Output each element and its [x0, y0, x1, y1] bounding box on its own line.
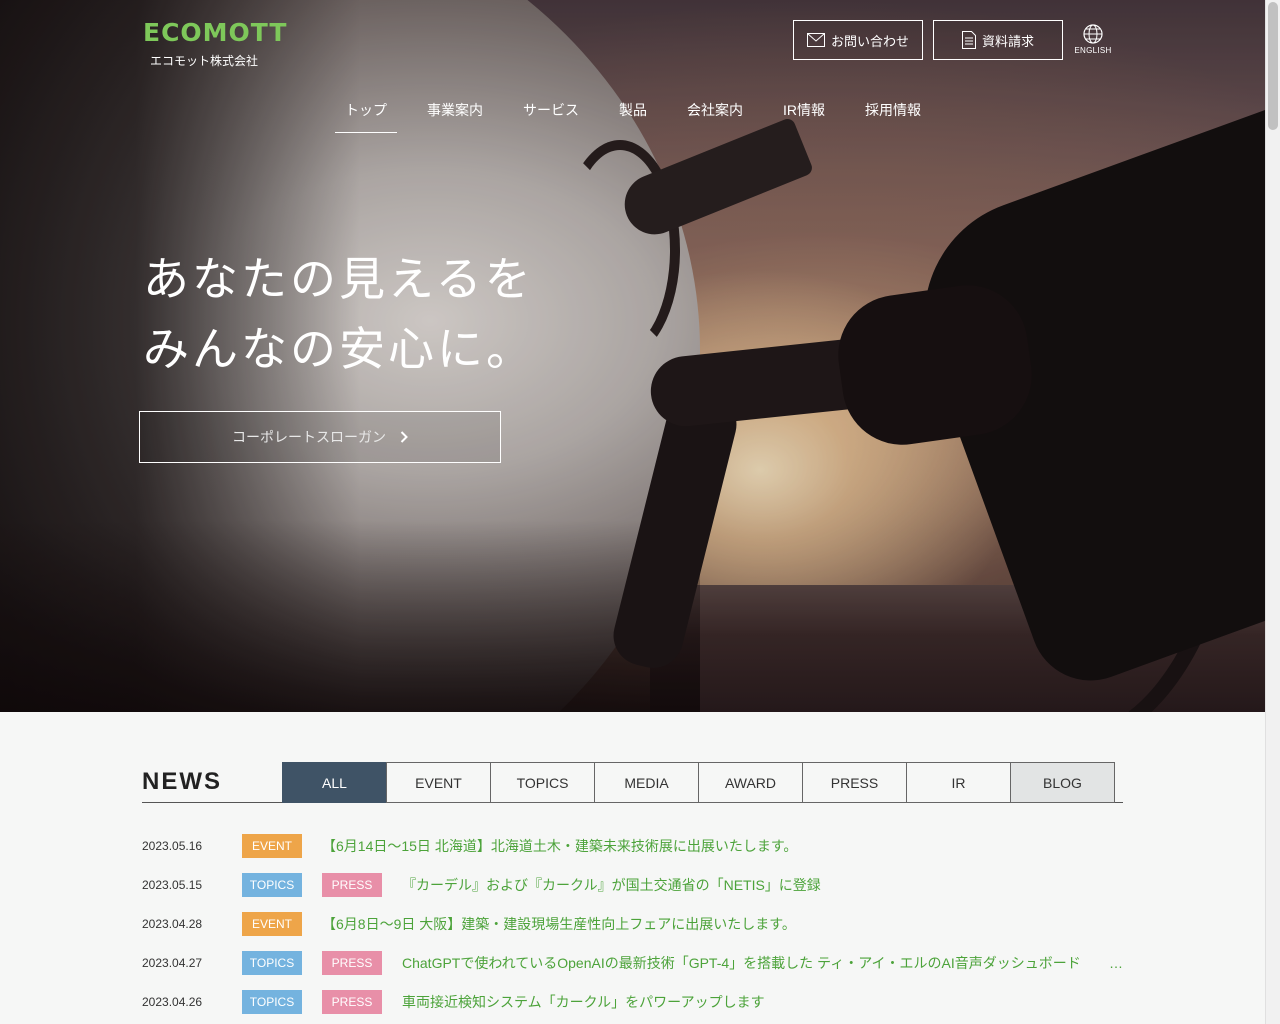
english-link[interactable]: ENGLISH	[1072, 24, 1114, 60]
news-ellipsis: …	[1109, 954, 1123, 971]
company-name: エコモット株式会社	[150, 54, 259, 68]
news-link[interactable]: 【6月14日～15日 北海道】北海道土木・建築未来技術展に出展いたします。	[322, 836, 797, 856]
news-title: NEWS	[142, 768, 222, 795]
category-badge-topics: TOPICS	[242, 989, 302, 1014]
news-date: 2023.04.28	[142, 916, 203, 931]
nav-item-recruit[interactable]: 採用情報	[855, 90, 931, 133]
nav-item-business[interactable]: 事業案内	[417, 90, 493, 133]
news-date: 2023.04.27	[142, 955, 203, 970]
tab-event[interactable]: EVENT	[386, 762, 491, 803]
category-badge-topics: TOPICS	[242, 950, 302, 975]
hero-tagline: あなたの見えるを みんなの安心に。	[143, 244, 535, 384]
site-logo[interactable]: ECOMOTT エコモット株式会社	[143, 18, 288, 69]
category-badge-press: PRESS	[322, 989, 382, 1014]
nav-item-services[interactable]: サービス	[513, 90, 589, 133]
news-list: 2023.05.16 EVENT 【6月14日～15日 北海道】北海道土木・建築…	[142, 826, 1123, 1021]
category-badge-event: EVENT	[242, 911, 302, 936]
news-item: 2023.04.26 TOPICS PRESS 車両接近検知システム「カークル」…	[142, 982, 1123, 1021]
hero-tagline-line2: みんなの安心に。	[143, 322, 535, 376]
news-item: 2023.04.28 EVENT 【6月8日～9日 大阪】建築・建設現場生産性向…	[142, 904, 1123, 943]
corporate-slogan-label: コーポレートスローガン	[232, 429, 386, 445]
category-badge-event: EVENT	[242, 833, 302, 858]
tab-award[interactable]: AWARD	[698, 762, 803, 803]
tab-all[interactable]: ALL	[282, 762, 387, 803]
news-item: 2023.04.27 TOPICS PRESS ChatGPTで使われているOp…	[142, 943, 1123, 982]
tab-ir[interactable]: IR	[906, 762, 1011, 803]
news-item: 2023.05.16 EVENT 【6月14日～15日 北海道】北海道土木・建築…	[142, 826, 1123, 865]
mail-icon	[806, 33, 825, 47]
news-link[interactable]: 『カーデル』および『カークル』が国土交通省の「NETIS」に登録	[402, 875, 821, 895]
request-docs-label: 資料請求	[981, 33, 1034, 49]
news-link[interactable]: 【6月8日～9日 大阪】建築・建設現場生産性向上フェアに出展いたします。	[322, 914, 796, 934]
chevron-right-icon	[400, 431, 408, 443]
news-date: 2023.05.15	[142, 877, 203, 892]
news-link[interactable]: ChatGPTで使われているOpenAIの最新技術「GPT-4」を搭載した ティ…	[402, 953, 1081, 973]
category-badge-press: PRESS	[322, 872, 382, 897]
category-badge-press: PRESS	[322, 950, 382, 975]
document-icon	[961, 31, 976, 49]
category-badge-topics: TOPICS	[242, 872, 302, 897]
nav-item-ir[interactable]: IR情報	[773, 90, 835, 133]
english-label: ENGLISH	[1074, 46, 1112, 55]
corporate-slogan-button[interactable]: コーポレートスローガン	[139, 411, 501, 463]
news-filter-tabs: ALL EVENT TOPICS MEDIA AWARD PRESS IR BL…	[282, 762, 1115, 803]
nav-item-top[interactable]: トップ	[335, 90, 397, 133]
news-link[interactable]: 車両接近検知システム「カークル」をパワーアップします	[402, 992, 765, 1012]
contact-button[interactable]: お問い合わせ	[793, 20, 923, 60]
global-nav: トップ 事業案内 サービス 製品 会社案内 IR情報 採用情報	[335, 90, 951, 133]
scrollbar-thumb[interactable]	[1268, 2, 1278, 130]
request-docs-button[interactable]: 資料請求	[933, 20, 1063, 60]
page-scrollbar[interactable]	[1265, 0, 1280, 1024]
nav-item-products[interactable]: 製品	[609, 90, 657, 133]
hero-tagline-line1: あなたの見えるを	[143, 252, 534, 306]
news-item: 2023.05.15 TOPICS PRESS 『カーデル』および『カークル』が…	[142, 865, 1123, 904]
globe-icon	[1083, 24, 1103, 44]
tab-press[interactable]: PRESS	[802, 762, 907, 803]
contact-button-label: お問い合わせ	[830, 33, 909, 49]
logo-mark: ECOMOTT	[143, 18, 288, 47]
tab-media[interactable]: MEDIA	[594, 762, 699, 803]
tab-topics[interactable]: TOPICS	[490, 762, 595, 803]
news-date: 2023.05.16	[142, 838, 203, 853]
tab-blog[interactable]: BLOG	[1010, 762, 1115, 803]
news-date: 2023.04.26	[142, 994, 203, 1009]
nav-item-company[interactable]: 会社案内	[677, 90, 753, 133]
